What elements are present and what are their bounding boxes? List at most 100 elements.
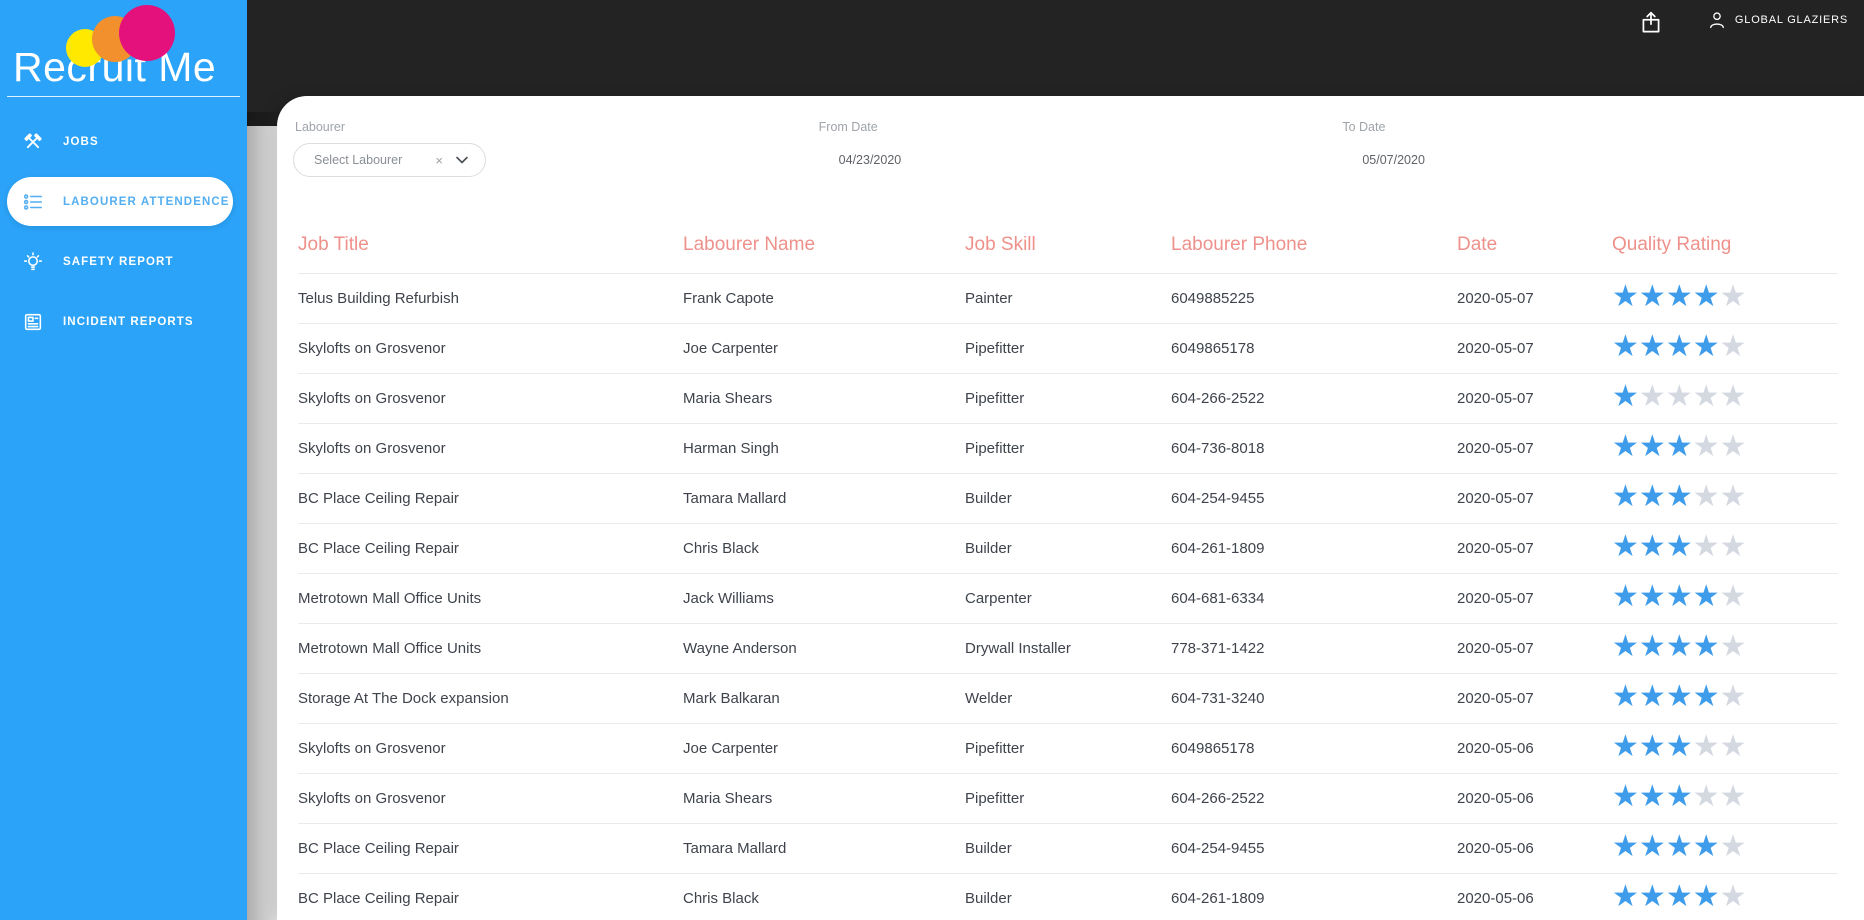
sidebar-item-labourer-attendence[interactable]: LABOURER ATTENDENCE <box>7 177 233 226</box>
sidebar-item-incident-reports[interactable]: INCIDENT REPORTS <box>7 297 233 346</box>
star-icon[interactable]: ★ <box>1693 880 1720 913</box>
star-icon[interactable]: ★ <box>1666 630 1693 663</box>
star-icon[interactable]: ★ <box>1639 430 1666 463</box>
star-icon[interactable]: ★ <box>1720 530 1747 563</box>
chevron-down-icon[interactable] <box>455 153 469 167</box>
star-icon[interactable]: ★ <box>1666 880 1693 913</box>
star-icon[interactable]: ★ <box>1666 330 1693 363</box>
labourer-filter-label: Labourer <box>295 120 346 134</box>
star-icon[interactable]: ★ <box>1639 830 1666 863</box>
star-icon[interactable]: ★ <box>1693 530 1720 563</box>
star-icon[interactable]: ★ <box>1666 480 1693 513</box>
quality-rating-stars[interactable]: ★★★★★ <box>1612 732 1838 762</box>
star-icon[interactable]: ★ <box>1666 380 1693 413</box>
star-icon[interactable]: ★ <box>1666 780 1693 813</box>
star-icon[interactable]: ★ <box>1693 280 1720 313</box>
star-icon[interactable]: ★ <box>1720 480 1747 513</box>
attendance-table: Job Title Labourer Name Job Skill Labour… <box>277 177 1864 920</box>
labourer-select-value: Select Labourer <box>314 153 403 167</box>
quality-rating-stars[interactable]: ★★★★★ <box>1612 632 1838 662</box>
star-icon[interactable]: ★ <box>1720 630 1747 663</box>
star-icon[interactable]: ★ <box>1693 630 1720 663</box>
star-icon[interactable]: ★ <box>1639 730 1666 763</box>
sidebar-item-jobs[interactable]: JOBS <box>7 117 233 166</box>
sidebar-item-label: LABOURER ATTENDENCE <box>63 195 230 208</box>
star-icon[interactable]: ★ <box>1666 530 1693 563</box>
star-icon[interactable]: ★ <box>1720 680 1747 713</box>
star-icon[interactable]: ★ <box>1612 780 1639 813</box>
star-icon[interactable]: ★ <box>1612 280 1639 313</box>
quality-rating-stars[interactable]: ★★★★★ <box>1612 482 1838 512</box>
star-icon[interactable]: ★ <box>1666 430 1693 463</box>
star-icon[interactable]: ★ <box>1693 680 1720 713</box>
star-icon[interactable]: ★ <box>1666 730 1693 763</box>
to-date-input[interactable] <box>1340 143 1513 177</box>
star-icon[interactable]: ★ <box>1639 380 1666 413</box>
star-icon[interactable]: ★ <box>1720 830 1747 863</box>
quality-rating-stars[interactable]: ★★★★★ <box>1612 682 1838 712</box>
job-skill-cell: Painter <box>965 290 1013 307</box>
star-icon[interactable]: ★ <box>1693 780 1720 813</box>
star-icon[interactable]: ★ <box>1612 480 1639 513</box>
star-icon[interactable]: ★ <box>1720 380 1747 413</box>
table-row: Metrotown Mall Office Units Wayne Anders… <box>298 624 1838 674</box>
star-icon[interactable]: ★ <box>1612 880 1639 913</box>
clear-icon[interactable]: × <box>435 153 455 168</box>
star-icon[interactable]: ★ <box>1612 680 1639 713</box>
star-icon[interactable]: ★ <box>1720 580 1747 613</box>
quality-rating-stars[interactable]: ★★★★★ <box>1612 532 1838 562</box>
star-icon[interactable]: ★ <box>1612 380 1639 413</box>
quality-rating-stars[interactable]: ★★★★★ <box>1612 432 1838 462</box>
sidebar-item-safety-report[interactable]: SAFETY REPORT <box>7 237 233 286</box>
star-icon[interactable]: ★ <box>1693 730 1720 763</box>
star-icon[interactable]: ★ <box>1720 430 1747 463</box>
star-icon[interactable]: ★ <box>1639 530 1666 563</box>
star-icon[interactable]: ★ <box>1639 630 1666 663</box>
quality-rating-stars[interactable]: ★★★★★ <box>1612 882 1838 912</box>
star-icon[interactable]: ★ <box>1693 580 1720 613</box>
from-date-input[interactable] <box>816 143 989 177</box>
star-icon[interactable]: ★ <box>1612 830 1639 863</box>
share-button[interactable] <box>1638 10 1664 36</box>
star-icon[interactable]: ★ <box>1639 480 1666 513</box>
star-icon[interactable]: ★ <box>1666 830 1693 863</box>
star-icon[interactable]: ★ <box>1720 880 1747 913</box>
star-icon[interactable]: ★ <box>1639 680 1666 713</box>
quality-rating-stars[interactable]: ★★★★★ <box>1612 832 1838 862</box>
labourer-select[interactable]: Select Labourer × <box>293 143 486 177</box>
star-icon[interactable]: ★ <box>1693 430 1720 463</box>
account-button[interactable]: GLOBAL GLAZIERS <box>1707 10 1848 30</box>
star-icon[interactable]: ★ <box>1693 380 1720 413</box>
labourer-name-cell: Tamara Mallard <box>683 490 787 507</box>
star-icon[interactable]: ★ <box>1639 780 1666 813</box>
star-icon[interactable]: ★ <box>1612 630 1639 663</box>
date-cell: 2020-05-06 <box>1457 740 1534 757</box>
quality-rating-stars[interactable]: ★★★★★ <box>1612 582 1838 612</box>
star-icon[interactable]: ★ <box>1612 430 1639 463</box>
star-icon[interactable]: ★ <box>1666 280 1693 313</box>
star-icon[interactable]: ★ <box>1720 780 1747 813</box>
quality-rating-stars[interactable]: ★★★★★ <box>1612 332 1838 362</box>
star-icon[interactable]: ★ <box>1612 530 1639 563</box>
star-icon[interactable]: ★ <box>1720 280 1747 313</box>
quality-rating-stars[interactable]: ★★★★★ <box>1612 382 1838 412</box>
quality-rating-stars[interactable]: ★★★★★ <box>1612 782 1838 812</box>
star-icon[interactable]: ★ <box>1693 830 1720 863</box>
star-icon[interactable]: ★ <box>1612 580 1639 613</box>
star-icon[interactable]: ★ <box>1639 880 1666 913</box>
quality-rating-stars[interactable]: ★★★★★ <box>1612 282 1838 312</box>
star-icon[interactable]: ★ <box>1720 730 1747 763</box>
star-icon[interactable]: ★ <box>1693 330 1720 363</box>
star-icon[interactable]: ★ <box>1639 280 1666 313</box>
star-icon[interactable]: ★ <box>1693 480 1720 513</box>
star-icon[interactable]: ★ <box>1666 580 1693 613</box>
star-icon[interactable]: ★ <box>1720 330 1747 363</box>
star-icon[interactable]: ★ <box>1639 580 1666 613</box>
star-icon[interactable]: ★ <box>1639 330 1666 363</box>
star-icon[interactable]: ★ <box>1612 730 1639 763</box>
table-row: Skylofts on Grosvenor Joe Carpenter Pipe… <box>298 724 1838 774</box>
job-skill-cell: Builder <box>965 840 1012 857</box>
star-icon[interactable]: ★ <box>1666 680 1693 713</box>
person-icon <box>1710 12 1724 29</box>
star-icon[interactable]: ★ <box>1612 330 1639 363</box>
